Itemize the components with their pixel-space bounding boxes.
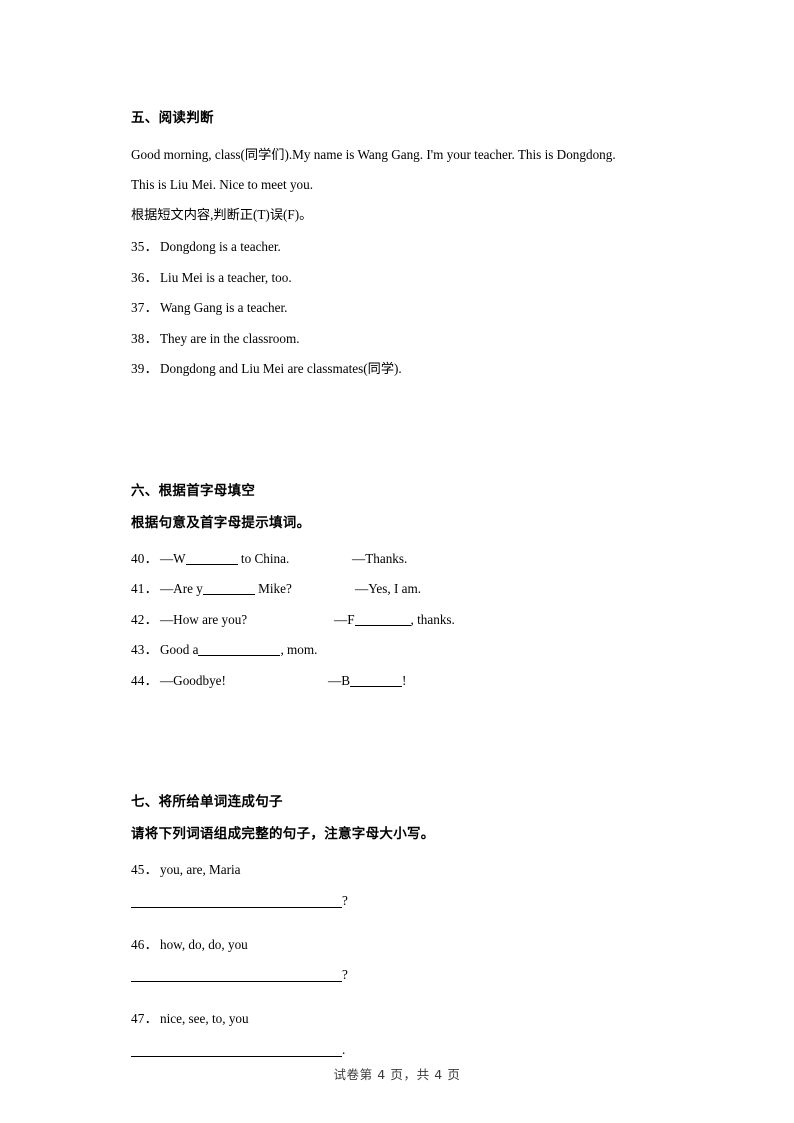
question-item-39: 39Dongdong and Liu Mei are classmates(同学… (131, 354, 665, 385)
section-heading-five: 五、阅读判断 (131, 110, 214, 126)
question-number: 42 (131, 612, 158, 627)
question-item-38: 38They are in the classroom. (131, 324, 665, 355)
response-prefix: —F (334, 611, 355, 627)
exam-page: 五、阅读判断 Good morning, class(同学们).My name … (0, 0, 794, 1123)
question-words: nice, see, to, you (159, 1011, 249, 1026)
question-prompt-tail: , mom. (280, 642, 318, 657)
question-number: 35 (131, 239, 158, 254)
question-left: 42—How are you? (131, 605, 247, 636)
question-words: you, are, Maria (159, 862, 241, 877)
fill-blank[interactable] (354, 624, 411, 626)
question-response: —Yes, I am. (355, 581, 422, 596)
question-prompt: —W (159, 550, 186, 566)
question-item-36: 36Liu Mei is a teacher, too. (131, 263, 665, 294)
question-item-46: 46how, do, do, you (131, 930, 665, 961)
answer-rule[interactable] (131, 1041, 342, 1057)
answer-line-45[interactable]: ? (131, 886, 665, 916)
response-suffix: , thanks. (410, 611, 455, 627)
question-item-42: 42—How are you? —F , thanks. (131, 605, 665, 636)
question-item-35: 35Dongdong is a teacher. (131, 232, 665, 263)
section-six-instruction: 根据句意及首字母提示填词。 (131, 514, 311, 531)
section-first-letter-fill: 六、根据首字母填空 根据句意及首字母提示填词。 40—W to China. —… (131, 481, 665, 697)
question-number: 41 (131, 581, 158, 596)
question-left: 40—W to China. (131, 544, 289, 575)
question-prompt-tail: to China. (237, 550, 290, 566)
question-item-45: 45you, are, Maria (131, 855, 665, 886)
question-number: 40 (131, 551, 158, 566)
question-text: They are in the classroom. (159, 330, 300, 346)
response-suffix: ! (401, 672, 407, 688)
fill-blank[interactable] (185, 563, 238, 565)
section-five-instruction: 根据短文内容,判断正(T)误(F)。 (131, 207, 313, 222)
section-reading-judgement: 五、阅读判断 Good morning, class(同学们).My name … (131, 108, 665, 385)
question-text: Dongdong is a teacher. (159, 239, 281, 254)
question-response: —Thanks. (352, 550, 408, 566)
question-response: —F , thanks. (334, 605, 455, 636)
question-number: 43 (131, 642, 158, 657)
fill-blank[interactable] (198, 655, 281, 656)
answer-terminator: ? (342, 967, 348, 982)
question-number: 37 (131, 300, 158, 315)
question-prompt-tail: Mike? (254, 581, 292, 596)
section-sentence-ordering: 七、将所给单词连成句子 请将下列词语组成完整的句子，注意字母大小写。 45you… (131, 792, 665, 1065)
question-number: 44 (131, 673, 158, 688)
question-item-37: 37Wang Gang is a teacher. (131, 293, 665, 324)
answer-rule[interactable] (131, 892, 342, 908)
question-text: Liu Mei is a teacher, too. (159, 269, 292, 285)
question-response: —B! (328, 666, 406, 697)
question-item-43: 43Good a , mom. (131, 635, 665, 666)
answer-terminator: ? (342, 892, 348, 908)
section-seven-instruction: 请将下列词语组成完整的句子，注意字母大小写。 (131, 826, 435, 842)
question-item-40: 40—W to China. —Thanks. (131, 544, 665, 575)
answer-line-47[interactable]: . (131, 1035, 665, 1065)
question-item-47: 47nice, see, to, you (131, 1004, 665, 1035)
page-content: 五、阅读判断 Good morning, class(同学们).My name … (131, 108, 665, 1065)
passage-line-1: Good morning, class(同学们).My name is Wang… (131, 147, 616, 162)
page-footer: 试卷第 4 页，共 4 页 (333, 1067, 461, 1082)
question-prompt: —Goodbye! (159, 672, 226, 688)
answer-rule[interactable] (131, 966, 342, 982)
question-prompt: —Are y (159, 581, 203, 596)
response-prefix: —B (328, 672, 350, 688)
fill-blank[interactable] (202, 594, 255, 595)
section-heading-seven: 七、将所给单词连成句子 (131, 794, 283, 810)
item-gap (131, 990, 665, 1004)
question-words: how, do, do, you (159, 936, 248, 952)
passage-line-2: This is Liu Mei. Nice to meet you. (131, 177, 314, 192)
question-item-41: 41—Are y Mike? —Yes, I am. (131, 574, 665, 605)
question-text: Wang Gang is a teacher. (159, 300, 288, 315)
question-number: 47 (131, 1011, 158, 1026)
answer-line-46[interactable]: ? (131, 960, 665, 990)
question-number: 46 (131, 937, 158, 952)
item-gap (131, 916, 665, 930)
question-left: 43Good a , mom. (131, 635, 317, 666)
question-number: 38 (131, 331, 158, 346)
question-text: Dongdong and Liu Mei are classmates(同学). (159, 361, 402, 376)
fill-blank[interactable] (349, 685, 402, 687)
question-number: 39 (131, 361, 158, 376)
question-number: 36 (131, 270, 158, 285)
question-left: 41—Are y Mike? (131, 574, 292, 605)
question-prompt: —How are you? (159, 611, 248, 627)
section-heading-six: 六、根据首字母填空 (131, 482, 256, 499)
question-number: 45 (131, 862, 158, 877)
question-left: 44—Goodbye! (131, 666, 226, 697)
question-item-44: 44—Goodbye! —B! (131, 666, 665, 697)
question-prompt: Good a (159, 642, 199, 657)
answer-terminator: . (342, 1041, 346, 1057)
